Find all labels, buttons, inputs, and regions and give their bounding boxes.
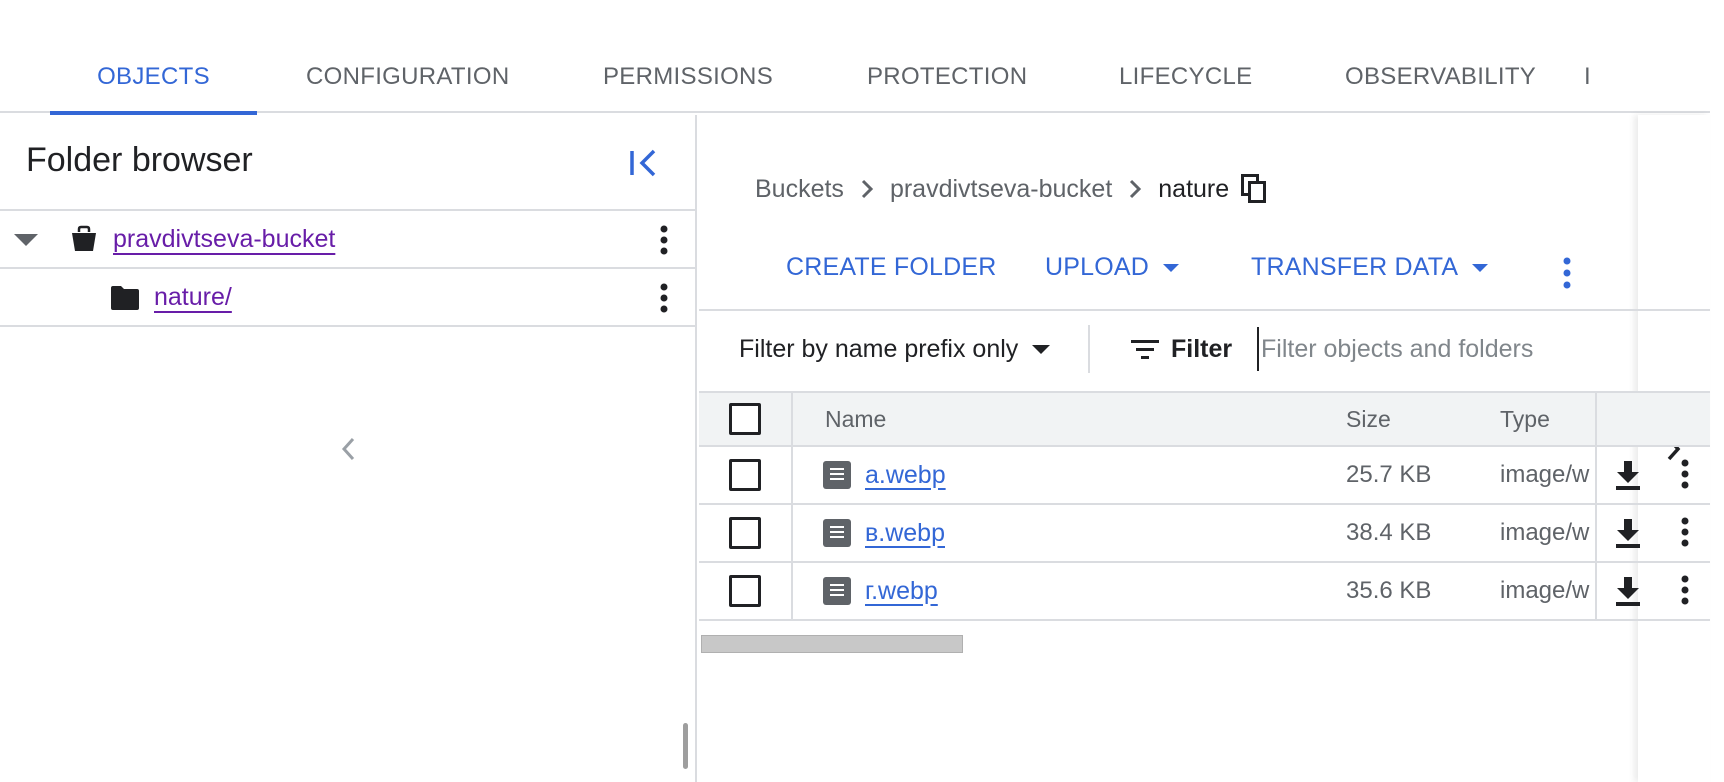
- tab-protection[interactable]: PROTECTION: [819, 40, 1075, 113]
- name-cell: в.webp: [823, 505, 945, 561]
- dropdown-arrow-icon: [1163, 263, 1180, 272]
- file-link[interactable]: a.webp: [865, 461, 946, 490]
- folder-browser-header: Folder browser: [0, 115, 695, 211]
- copy-path-button[interactable]: [1241, 174, 1267, 204]
- upload-label: UPLOAD: [1045, 253, 1150, 281]
- transfer-data-button[interactable]: TRANSFER DATA: [1251, 253, 1489, 282]
- size-cell: 25.7 KB: [1346, 461, 1432, 488]
- more-vert-icon[interactable]: [660, 283, 668, 313]
- more-vert-icon[interactable]: [1681, 517, 1689, 547]
- filter-button[interactable]: Filter: [1131, 335, 1232, 364]
- collapse-left-icon: [630, 149, 656, 177]
- folder-browser-title: Folder browser: [26, 141, 253, 179]
- column-header-actions: [1595, 393, 1710, 445]
- tab-configuration[interactable]: CONFIGURATION: [258, 40, 557, 113]
- filter-label: Filter: [1171, 335, 1233, 363]
- download-icon[interactable]: [1613, 517, 1643, 549]
- file-icon: [823, 461, 851, 489]
- collapse-panel-button[interactable]: [624, 143, 664, 183]
- filter-bar: Filter by name prefix only Filter: [699, 313, 1710, 391]
- folder-browser-panel: Folder browser pravdivtseva-bucket natur…: [0, 115, 697, 782]
- file-icon: [823, 577, 851, 605]
- folder-icon: [111, 286, 139, 310]
- more-vert-icon[interactable]: [660, 225, 668, 255]
- chevron-right-icon: [1128, 179, 1142, 199]
- row-select-cell: [699, 563, 793, 619]
- upload-button[interactable]: UPLOAD: [1045, 253, 1180, 282]
- type-cell: image/w: [1500, 519, 1590, 546]
- caret-down-icon[interactable]: [14, 232, 38, 248]
- chevron-right-icon: [860, 179, 874, 199]
- panel-resize-handle[interactable]: [683, 723, 688, 769]
- table-row[interactable]: в.webp 38.4 KB image/w: [699, 505, 1710, 563]
- transfer-data-label: TRANSFER DATA: [1251, 253, 1459, 281]
- select-all-checkbox[interactable]: [729, 403, 761, 435]
- select-all-cell: [699, 393, 793, 445]
- column-header-name[interactable]: Name: [825, 393, 886, 445]
- actions-cell: [1595, 505, 1710, 561]
- create-folder-label: CREATE FOLDER: [786, 253, 997, 281]
- table-header: Name Size Type: [699, 391, 1710, 447]
- row-checkbox[interactable]: [729, 459, 761, 491]
- more-actions-icon[interactable]: [1563, 257, 1571, 289]
- download-icon[interactable]: [1613, 575, 1643, 607]
- breadcrumb-bucket[interactable]: pravdivtseva-bucket: [890, 175, 1112, 204]
- column-header-type[interactable]: Type: [1500, 393, 1595, 445]
- row-select-cell: [699, 505, 793, 561]
- action-toolbar: CREATE FOLDER UPLOAD TRANSFER DATA: [699, 231, 1710, 311]
- copy-icon: [1241, 174, 1267, 203]
- more-vert-icon[interactable]: [1681, 459, 1689, 489]
- row-checkbox[interactable]: [729, 517, 761, 549]
- bucket-icon: [72, 225, 96, 251]
- filter-icon: [1131, 339, 1159, 359]
- dropdown-arrow-icon: [1032, 345, 1051, 354]
- more-vert-icon[interactable]: [1681, 575, 1689, 605]
- tab-permissions[interactable]: PERMISSIONS: [555, 40, 821, 113]
- dropdown-arrow-icon: [1472, 263, 1489, 272]
- row-checkbox[interactable]: [729, 575, 761, 607]
- name-cell: г.webp: [823, 563, 938, 619]
- file-link[interactable]: г.webp: [865, 577, 938, 606]
- column-header-size[interactable]: Size: [1346, 393, 1391, 445]
- filter-mode-select[interactable]: Filter by name prefix only: [739, 335, 1051, 364]
- tree-item-folder[interactable]: nature/: [0, 269, 695, 327]
- size-cell: 38.4 KB: [1346, 519, 1432, 546]
- tab-truncated[interactable]: I: [1584, 40, 1624, 113]
- breadcrumb-buckets[interactable]: Buckets: [755, 175, 844, 204]
- filter-mode-label: Filter by name prefix only: [739, 335, 1019, 363]
- table-row[interactable]: a.webp 25.7 KB image/w: [699, 447, 1710, 505]
- breadcrumb: Buckets pravdivtseva-bucket nature: [755, 169, 1267, 209]
- type-cell: image/w: [1500, 577, 1590, 604]
- tree-item-bucket[interactable]: pravdivtseva-bucket: [0, 211, 695, 269]
- file-icon: [823, 519, 851, 547]
- name-cell: a.webp: [823, 447, 946, 503]
- tab-bar: OBJECTS CONFIGURATION PERMISSIONS PROTEC…: [0, 0, 1710, 782]
- size-cell: 35.6 KB: [1346, 577, 1432, 604]
- divider: [1088, 325, 1090, 373]
- tab-objects[interactable]: OBJECTS: [50, 40, 257, 115]
- tab-lifecycle[interactable]: LIFECYCLE: [1071, 40, 1300, 113]
- table-row[interactable]: г.webp 35.6 KB image/w: [699, 563, 1710, 621]
- breadcrumb-current: nature: [1158, 174, 1230, 203]
- create-folder-button[interactable]: CREATE FOLDER: [786, 253, 997, 282]
- type-cell: image/w: [1500, 461, 1590, 488]
- file-link[interactable]: в.webp: [865, 519, 945, 548]
- tree-item-label[interactable]: pravdivtseva-bucket: [113, 225, 335, 254]
- row-select-cell: [699, 447, 793, 503]
- tab-observability[interactable]: OBSERVABILITY: [1297, 40, 1584, 113]
- download-icon[interactable]: [1613, 459, 1643, 491]
- objects-table: Name Size Type a.webp 25.7 KB image/w в.…: [699, 391, 1710, 621]
- horizontal-scrollbar[interactable]: [701, 635, 963, 653]
- objects-panel: Buckets pravdivtseva-bucket nature CREAT…: [699, 115, 1724, 782]
- filter-input[interactable]: [1257, 327, 1677, 371]
- tree-item-label[interactable]: nature/: [154, 283, 232, 312]
- actions-cell: [1595, 447, 1710, 503]
- actions-cell: [1595, 563, 1710, 619]
